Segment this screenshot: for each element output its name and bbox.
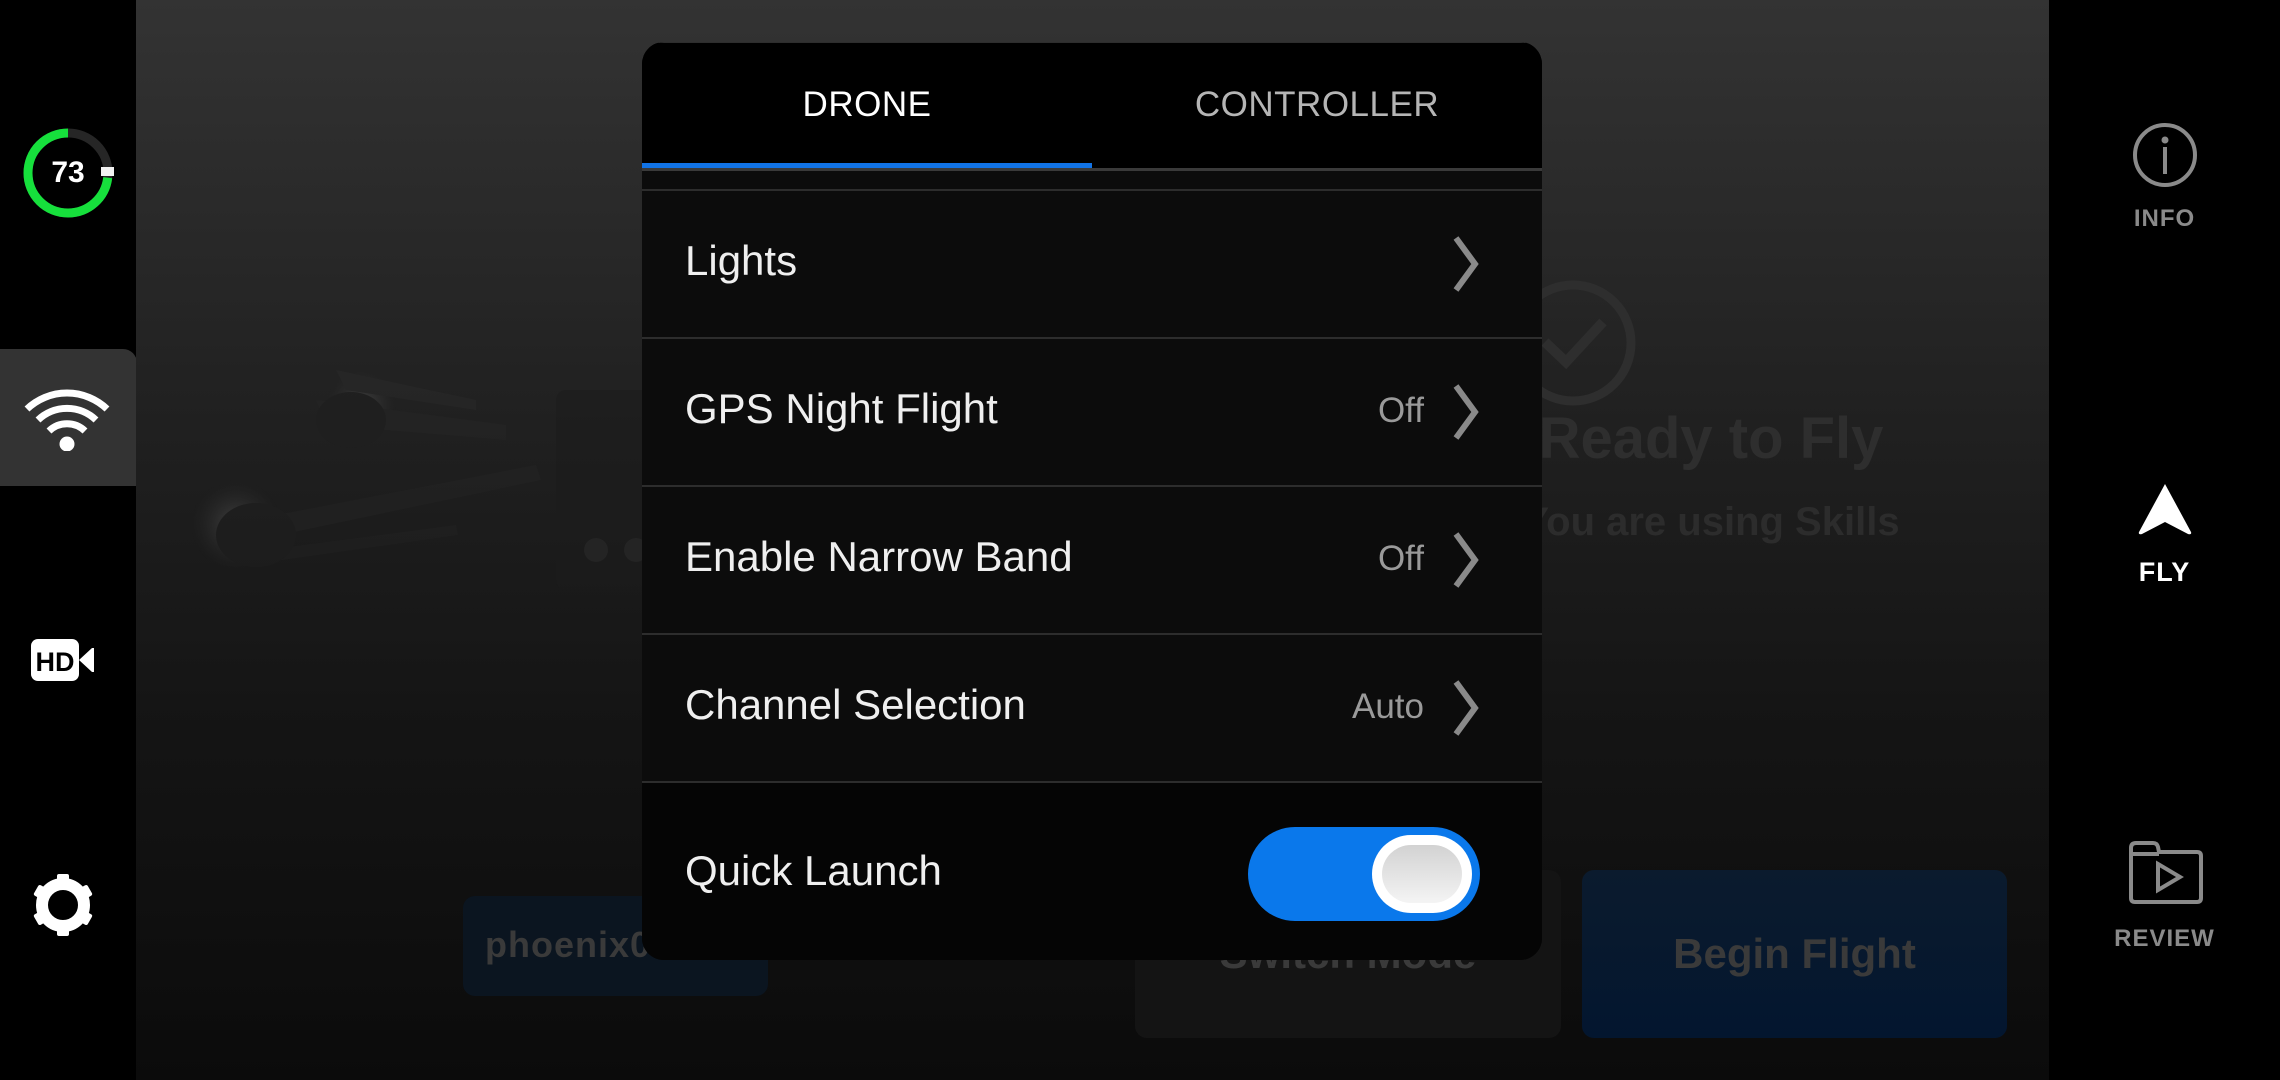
list-item-channel-selection[interactable]: Channel Selection Auto	[642, 633, 1542, 781]
chevron-right-icon	[1453, 532, 1479, 588]
fly-arrow-icon	[2138, 484, 2191, 535]
row-label: Channel Selection	[685, 681, 1026, 728]
info-button[interactable]: INFO	[2049, 122, 2280, 233]
row-label: Quick Launch	[685, 847, 942, 894]
battery-indicator[interactable]: 73	[22, 127, 114, 219]
chevron-right-icon	[1453, 680, 1479, 736]
battery-percent: 73	[51, 156, 85, 189]
review-folder-icon	[2128, 841, 2203, 904]
row-label: Lights	[685, 237, 798, 284]
settings-list[interactable]: Lights GPS Night Flight Off Enable Narro…	[642, 42, 1542, 960]
chevron-right-icon	[1453, 236, 1479, 292]
fly-label: FLY	[2138, 557, 2191, 587]
settings-button[interactable]	[30, 872, 96, 943]
toggle-knob	[1372, 835, 1472, 913]
gear-icon	[33, 874, 93, 936]
wifi-button[interactable]	[0, 349, 137, 486]
row-value: Off	[1377, 539, 1424, 578]
quick-launch-toggle[interactable]	[1248, 827, 1480, 921]
info-label: INFO	[2133, 205, 2196, 232]
hd-video-button[interactable]: HD	[30, 638, 96, 687]
info-icon	[2132, 123, 2197, 187]
left-sidebar: 73 HD	[0, 0, 137, 1080]
review-label: REVIEW	[2114, 925, 2215, 952]
list-item-lights[interactable]: Lights	[642, 189, 1542, 337]
row-value: Off	[1377, 391, 1424, 430]
list-item-hidden	[642, 42, 1542, 189]
svg-text:HD: HD	[36, 647, 75, 677]
row-value: Auto	[1352, 687, 1424, 726]
fly-button[interactable]: FLY	[2049, 482, 2280, 588]
right-sidebar: INFO FLY REVIEW	[2049, 0, 2280, 1080]
list-item-gps-night-flight[interactable]: GPS Night Flight Off	[642, 337, 1542, 485]
wifi-icon	[24, 389, 110, 451]
row-label: GPS Night Flight	[685, 385, 998, 432]
list-item-enable-narrow-band[interactable]: Enable Narrow Band Off	[642, 485, 1542, 633]
row-label: Enable Narrow Band	[685, 533, 1073, 580]
settings-modal: DRONE CONTROLLER Lights GPS Night Flight…	[642, 42, 1542, 960]
list-item-quick-launch: Quick Launch	[642, 781, 1542, 960]
hd-video-icon: HD	[31, 639, 94, 681]
chevron-right-icon	[1453, 384, 1479, 440]
review-button[interactable]: REVIEW	[2049, 840, 2280, 953]
begin-flight-label: Begin Flight	[1673, 930, 1916, 977]
begin-flight-button[interactable]: Begin Flight	[1582, 870, 2007, 1038]
